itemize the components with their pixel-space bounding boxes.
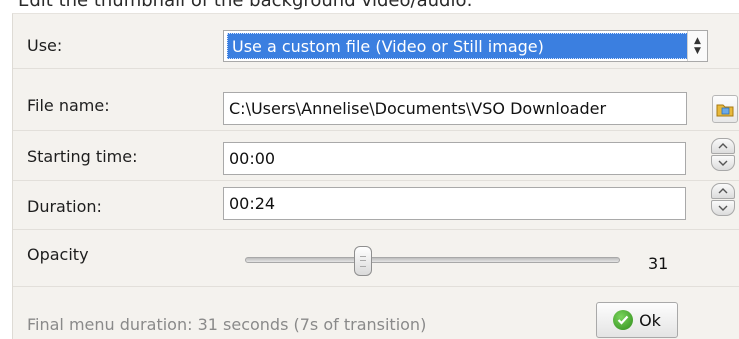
decrement-button[interactable]: [711, 200, 735, 216]
duration-stepper[interactable]: [711, 183, 735, 217]
opacity-slider-track[interactable]: [245, 257, 620, 263]
browse-button[interactable]: [712, 95, 738, 123]
row-divider: [13, 286, 739, 287]
use-select[interactable]: Use a custom file (Video or Still image)…: [223, 30, 708, 62]
starting-time-stepper[interactable]: [711, 138, 735, 172]
row-divider: [13, 68, 739, 69]
chevron-up-icon: [718, 143, 728, 149]
row-divider: [13, 130, 739, 131]
checkmark-icon: [613, 310, 634, 330]
starting-time-label: Starting time:: [27, 147, 138, 166]
section-header: Edit the thumbnail of the background vid…: [18, 0, 473, 11]
duration-label: Duration:: [27, 197, 102, 216]
chevron-down-icon: [718, 160, 728, 166]
folder-icon: [716, 104, 734, 117]
increment-button[interactable]: [711, 138, 735, 154]
chevron-up-icon: [718, 188, 728, 194]
opacity-label: Opacity: [27, 245, 89, 264]
row-divider: [13, 229, 739, 230]
opacity-value: 31: [648, 254, 669, 273]
settings-panel: Use: Use a custom file (Video or Still i…: [12, 13, 739, 339]
opacity-slider-thumb[interactable]: [354, 246, 372, 276]
file-name-input[interactable]: C:\Users\Annelise\Documents\VSO Download…: [223, 92, 687, 125]
file-name-label: File name:: [27, 96, 110, 115]
increment-button[interactable]: [711, 183, 735, 199]
use-select-value: Use a custom file (Video or Still image): [227, 33, 692, 59]
row-divider: [13, 180, 739, 181]
duration-input[interactable]: 00:24: [223, 187, 686, 220]
decrement-button[interactable]: [711, 155, 735, 171]
grip-icon: [360, 255, 366, 267]
final-duration-text: Final menu duration: 31 seconds (7s of t…: [27, 315, 427, 334]
chevron-down-icon: [718, 205, 728, 211]
ok-label: Ok: [639, 310, 661, 330]
ok-button[interactable]: Ok: [596, 302, 678, 338]
use-label: Use:: [27, 36, 63, 55]
starting-time-input[interactable]: 00:00: [223, 142, 686, 175]
updown-arrows-icon[interactable]: ▲ ▼: [687, 31, 707, 61]
